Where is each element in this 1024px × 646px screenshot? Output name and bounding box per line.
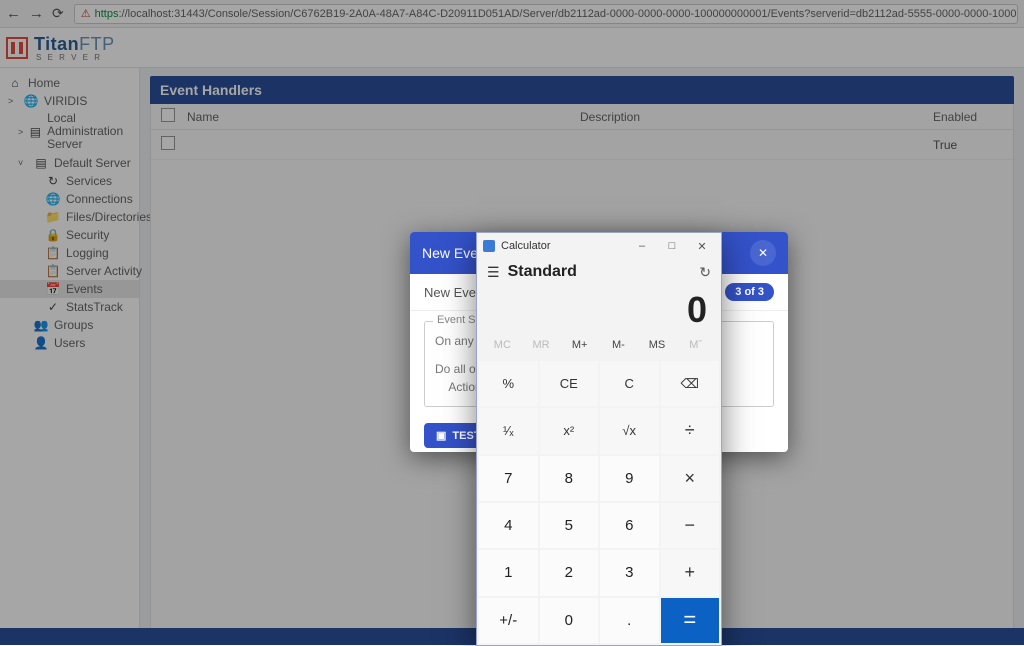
step-indicator: 3 of 3 xyxy=(725,283,774,301)
key-minus[interactable]: − xyxy=(661,503,720,548)
calculator-display: 0 xyxy=(477,283,721,335)
memory-row: MC MR M+ M- MS Mˇ xyxy=(477,335,721,359)
key-sqrt[interactable]: √x xyxy=(600,408,659,453)
history-icon[interactable]: ↻ xyxy=(699,264,711,281)
key-multiply[interactable]: × xyxy=(661,456,720,501)
maximize-button[interactable]: □ xyxy=(657,235,687,257)
key-c[interactable]: C xyxy=(600,361,659,406)
key-decimal[interactable]: . xyxy=(600,598,659,643)
titlebar-left: Calculator xyxy=(483,240,551,252)
window-buttons: – □ ✕ xyxy=(627,235,717,257)
key-backspace[interactable]: ⌫ xyxy=(661,361,720,406)
mem-ms[interactable]: MS xyxy=(638,337,677,353)
key-negate[interactable]: +/- xyxy=(479,598,538,643)
calculator-icon xyxy=(483,240,495,252)
calculator-titlebar[interactable]: Calculator – □ ✕ xyxy=(477,233,721,259)
dialog-close-button[interactable]: ✕ xyxy=(750,240,776,266)
mode-row: ☰ Standard ↻ xyxy=(477,259,721,283)
key-percent[interactable]: % xyxy=(479,361,538,406)
key-reciprocal[interactable]: ¹⁄ₓ xyxy=(479,408,538,453)
key-6[interactable]: 6 xyxy=(600,503,659,548)
calculator-mode: Standard xyxy=(508,263,700,281)
key-0[interactable]: 0 xyxy=(540,598,599,643)
key-8[interactable]: 8 xyxy=(540,456,599,501)
key-square[interactable]: x² xyxy=(540,408,599,453)
key-plus[interactable]: + xyxy=(661,550,720,595)
key-divide[interactable]: ÷ xyxy=(661,408,720,453)
window-title: Calculator xyxy=(501,240,551,252)
mem-mplus[interactable]: M+ xyxy=(560,337,599,353)
mem-mc: MC xyxy=(483,337,522,353)
key-3[interactable]: 3 xyxy=(600,550,659,595)
key-7[interactable]: 7 xyxy=(479,456,538,501)
minimize-button[interactable]: – xyxy=(627,235,657,257)
mem-mv: Mˇ xyxy=(676,337,715,353)
calculator-keypad: % CE C ⌫ ¹⁄ₓ x² √x ÷ 7 8 9 × 4 5 6 − 1 2… xyxy=(477,359,721,645)
key-2[interactable]: 2 xyxy=(540,550,599,595)
calculator-window: Calculator – □ ✕ ☰ Standard ↻ 0 MC MR M+… xyxy=(476,232,722,646)
key-5[interactable]: 5 xyxy=(540,503,599,548)
key-ce[interactable]: CE xyxy=(540,361,599,406)
mem-mminus[interactable]: M- xyxy=(599,337,638,353)
key-1[interactable]: 1 xyxy=(479,550,538,595)
key-equals[interactable]: = xyxy=(661,598,720,643)
key-9[interactable]: 9 xyxy=(600,456,659,501)
hamburger-icon[interactable]: ☰ xyxy=(487,264,500,281)
key-4[interactable]: 4 xyxy=(479,503,538,548)
close-button[interactable]: ✕ xyxy=(687,235,717,257)
flask-icon: ▣ xyxy=(436,429,446,442)
mem-mr: MR xyxy=(522,337,561,353)
